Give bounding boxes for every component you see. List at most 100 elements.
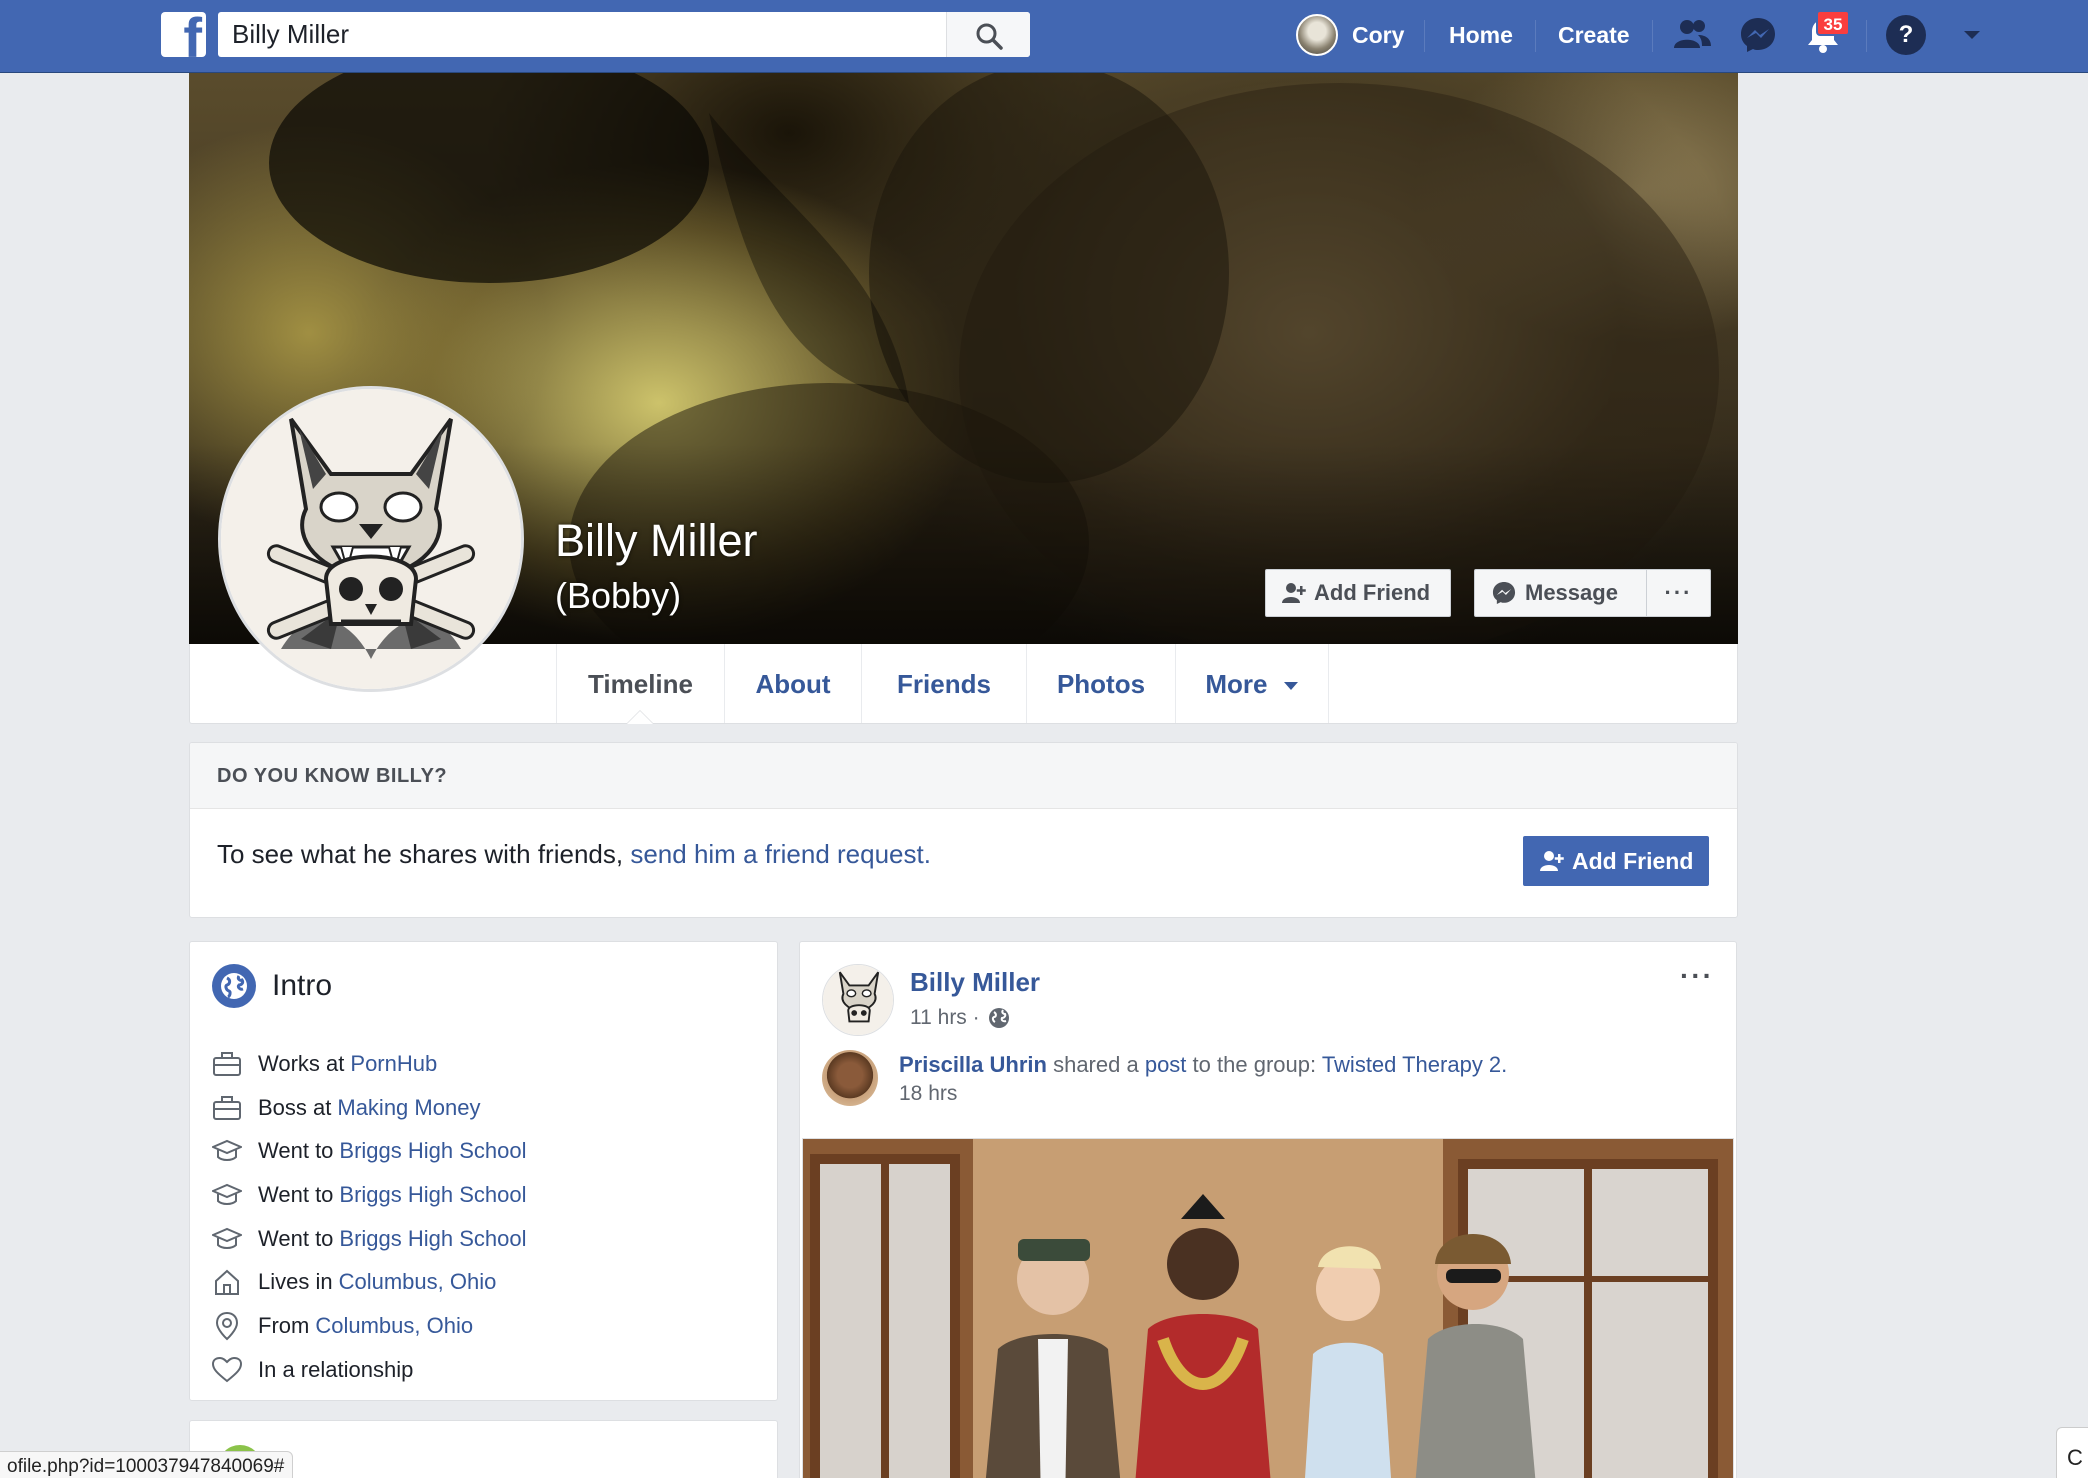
- intro-item-prefix: Went to: [258, 1225, 334, 1251]
- intro-item-education: Went to Briggs High School: [212, 1217, 527, 1261]
- post-photo[interactable]: [802, 1138, 1734, 1478]
- post-options-button[interactable]: ···: [1680, 960, 1714, 992]
- post-author-avatar[interactable]: [822, 964, 894, 1036]
- graduation-cap-icon: [212, 1180, 242, 1210]
- location-pin-icon: [212, 1311, 242, 1341]
- shared-post-link[interactable]: post: [1145, 1052, 1187, 1077]
- tab-label: About: [755, 669, 831, 699]
- intro-item-work: Works at PornHub: [212, 1042, 527, 1086]
- do-you-know-title: DO YOU KNOW BILLY?: [190, 743, 1737, 809]
- add-friend-icon: [1540, 851, 1564, 871]
- status-bar-url: ofile.php?id=100037947840069#: [0, 1451, 294, 1478]
- nav-divider: [1424, 20, 1425, 52]
- nav-profile-link[interactable]: Cory: [1296, 13, 1404, 57]
- intro-item-prefix: From: [258, 1312, 310, 1338]
- intro-item-link[interactable]: Making Money: [337, 1095, 480, 1121]
- active-tab-indicator: [626, 710, 654, 724]
- message-button[interactable]: Message: [1474, 569, 1646, 617]
- profile-more-options-button[interactable]: ···: [1646, 569, 1711, 617]
- add-friend-label: Add Friend: [1314, 580, 1431, 605]
- search-box[interactable]: Billy Miller: [218, 12, 1030, 57]
- intro-item-link[interactable]: Columbus, Ohio: [339, 1269, 497, 1295]
- tab-label: Timeline: [587, 669, 693, 699]
- nav-divider: [1535, 20, 1536, 52]
- wolf-skull-thumbnail: [823, 965, 893, 1035]
- do-you-know-message: To see what he shares with friends,: [217, 839, 624, 869]
- intro-item-link[interactable]: Columbus, Ohio: [315, 1313, 473, 1339]
- intro-item-work: Boss at Making Money: [212, 1086, 527, 1130]
- intro-item-prefix: Went to: [258, 1181, 334, 1207]
- public-globe-icon: [988, 1008, 1009, 1028]
- intro-title: Intro: [272, 969, 333, 1002]
- share-connector: to the group:: [1192, 1052, 1317, 1077]
- briefcase-icon: [212, 1049, 242, 1079]
- profile-name[interactable]: Billy Miller: [555, 515, 758, 567]
- messenger-icon[interactable]: [1738, 15, 1778, 55]
- add-friend-primary-button[interactable]: Add Friend: [1523, 836, 1709, 886]
- intro-item-relationship: In a relationship: [212, 1348, 527, 1392]
- graduation-cap-icon: [212, 1224, 242, 1254]
- search-button[interactable]: [946, 12, 1030, 57]
- intro-item-prefix: Works at: [258, 1050, 345, 1076]
- profile-picture[interactable]: [218, 386, 524, 692]
- graduation-cap-icon: [212, 1136, 242, 1166]
- intro-item-link[interactable]: Briggs High School: [339, 1226, 526, 1252]
- tab-label: More: [1205, 669, 1268, 699]
- chat-tab-peek[interactable]: C: [2056, 1427, 2088, 1478]
- help-icon[interactable]: ?: [1886, 15, 1926, 55]
- intro-item-link[interactable]: Briggs High School: [339, 1138, 526, 1164]
- nav-create-link[interactable]: Create: [1558, 13, 1630, 57]
- nav-avatar: [1296, 14, 1338, 56]
- tab-friends[interactable]: Friends: [861, 644, 1026, 723]
- post-photo-illustration: [803, 1139, 1733, 1478]
- facebook-logo-icon[interactable]: f: [161, 12, 206, 57]
- intro-item-link[interactable]: PornHub: [350, 1051, 437, 1077]
- add-friend-icon: [1282, 583, 1306, 603]
- intro-item-link[interactable]: Briggs High School: [339, 1182, 526, 1208]
- add-friend-button[interactable]: Add Friend: [1265, 569, 1451, 617]
- sharer-avatar[interactable]: [822, 1050, 878, 1106]
- briefcase-icon: [212, 1093, 242, 1123]
- intro-item-prefix: Boss at: [258, 1094, 332, 1120]
- chevron-down-icon: [1283, 682, 1298, 691]
- intro-item-prefix: Went to: [258, 1138, 334, 1164]
- friend-requests-icon[interactable]: [1672, 15, 1712, 55]
- intro-item-text: In a relationship: [258, 1356, 414, 1382]
- intro-item-education: Went to Briggs High School: [212, 1173, 527, 1217]
- tab-about[interactable]: About: [724, 644, 861, 723]
- intro-item-prefix: Lives in: [258, 1269, 333, 1295]
- search-input[interactable]: Billy Miller: [232, 12, 349, 57]
- nav-divider: [1652, 20, 1653, 52]
- nav-home-link[interactable]: Home: [1449, 13, 1513, 57]
- intro-item-education: Went to Briggs High School: [212, 1129, 527, 1173]
- share-timestamp[interactable]: 18 hrs: [899, 1082, 957, 1106]
- nav-divider: [1866, 20, 1867, 52]
- timeline-post: Billy Miller 11 hrs · ··· Priscilla Uhri…: [799, 941, 1737, 1478]
- home-icon: [212, 1267, 242, 1297]
- facebook-logo-letter: f: [183, 12, 202, 57]
- messenger-icon: [1492, 581, 1516, 605]
- intro-item-residence: Lives in Columbus, Ohio: [212, 1260, 527, 1304]
- share-attribution: Priscilla Uhrin shared a post to the gro…: [899, 1052, 1507, 1078]
- top-navigation-bar: f Billy Miller Cory Home Create 35 ?: [0, 0, 2088, 73]
- intro-header: Intro: [212, 964, 332, 1008]
- intro-list: Works at PornHub Boss at Making Money Went…: [212, 1042, 527, 1392]
- notification-count-badge: 35: [1816, 10, 1850, 36]
- tab-photos[interactable]: Photos: [1026, 644, 1175, 723]
- heart-icon: [212, 1355, 242, 1385]
- do-you-know-text: To see what he shares with friends, send…: [217, 839, 931, 870]
- post-author-name[interactable]: Billy Miller: [910, 967, 1040, 998]
- send-friend-request-link[interactable]: send him a friend request.: [630, 839, 931, 869]
- post-time-text: 11 hrs ·: [910, 1006, 980, 1029]
- sharer-name-link[interactable]: Priscilla Uhrin: [899, 1052, 1047, 1077]
- intro-card: Intro Works at PornHub Boss at Making Mone…: [189, 941, 778, 1401]
- group-link[interactable]: Twisted Therapy 2.: [1322, 1052, 1507, 1077]
- wolf-skull-illustration: [221, 389, 521, 689]
- account-menu-caret-icon[interactable]: [1952, 15, 1992, 55]
- tab-more[interactable]: More: [1175, 644, 1329, 723]
- add-friend-label: Add Friend: [1572, 847, 1694, 874]
- globe-icon: [212, 964, 256, 1008]
- tab-label: Friends: [897, 669, 991, 699]
- more-dots-icon: ···: [1664, 580, 1693, 605]
- post-timestamp[interactable]: 11 hrs ·: [910, 1006, 1010, 1030]
